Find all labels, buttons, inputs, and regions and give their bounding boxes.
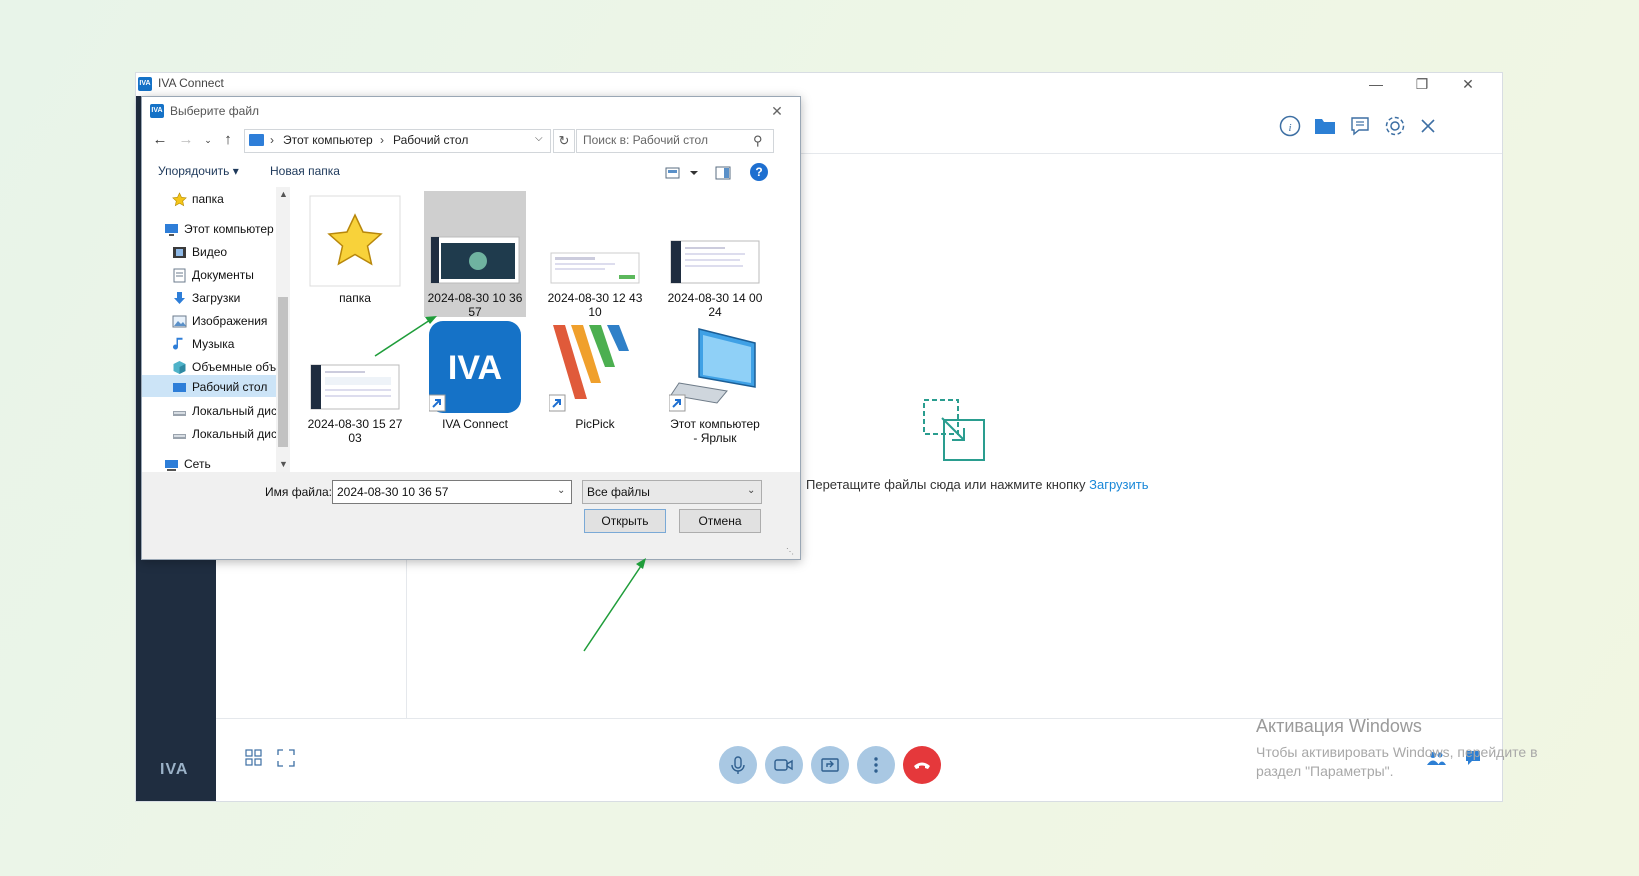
arrow-to-selected-file <box>374 316 437 357</box>
annotation-arrows <box>374 316 646 652</box>
arrow-to-open-button <box>583 558 646 652</box>
